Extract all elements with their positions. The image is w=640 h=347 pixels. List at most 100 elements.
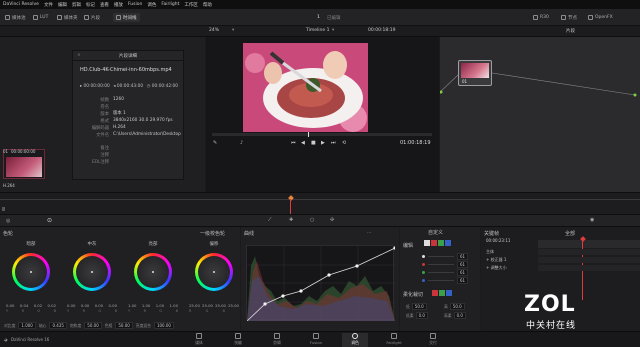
- stop-icon[interactable]: ■: [311, 140, 316, 146]
- contrast-input[interactable]: 1.000: [18, 322, 36, 329]
- menu-item[interactable]: 调色: [147, 2, 156, 8]
- page-tab[interactable]: Fusion: [303, 333, 329, 345]
- channel-slider[interactable]: [428, 272, 454, 273]
- wheel-value[interactable]: 1.00: [156, 303, 164, 308]
- wheel-value[interactable]: 0.00: [109, 303, 117, 308]
- wheel-value[interactable]: 1.00: [142, 303, 150, 308]
- viewer-scrubber[interactable]: [212, 132, 432, 137]
- keyframe-track[interactable]: 主体: [486, 249, 494, 255]
- clip-dropdown[interactable]: 片段: [566, 28, 575, 34]
- wheel-value[interactable]: 0.00: [6, 303, 14, 308]
- channel-value[interactable]: 61: [457, 253, 469, 260]
- wheel-value[interactable]: 1.00: [170, 303, 178, 308]
- menu-item[interactable]: 标记: [86, 2, 95, 8]
- channel-value[interactable]: 61: [457, 261, 469, 268]
- color-wheel[interactable]: [73, 253, 111, 291]
- soft-g-button[interactable]: [439, 290, 445, 296]
- play-icon[interactable]: ▶: [321, 140, 325, 146]
- qualifier-icon[interactable]: ✚: [289, 217, 293, 223]
- close-icon[interactable]: ×: [77, 53, 81, 58]
- channel-slider[interactable]: [428, 256, 454, 257]
- window-icon[interactable]: ○: [310, 217, 314, 223]
- custom-dropdown[interactable]: 自定义: [428, 229, 443, 236]
- channel-value[interactable]: 61: [457, 269, 469, 276]
- channel-r-button[interactable]: [431, 240, 437, 246]
- bins-button[interactable]: 媒体夹: [54, 13, 81, 22]
- keyframes-filter[interactable]: 全部: [565, 230, 575, 237]
- keyframes-ruler[interactable]: [538, 240, 640, 248]
- wheel-value[interactable]: 0.04: [20, 303, 28, 308]
- r30-button[interactable]: R30: [530, 13, 552, 22]
- page-tab[interactable]: 媒体: [186, 333, 212, 346]
- video-frame[interactable]: [243, 43, 368, 132]
- curves-tool-icon[interactable]: ⟋: [268, 217, 272, 223]
- keyframe-lane[interactable]: [538, 265, 640, 271]
- step-back-icon[interactable]: ◀: [301, 140, 305, 146]
- tracker-icon[interactable]: ✣: [330, 217, 334, 223]
- soft-clip-input[interactable]: 0.0: [415, 312, 428, 319]
- page-tab[interactable]: 交付: [420, 333, 446, 346]
- saturation-input[interactable]: 50.00: [84, 322, 102, 329]
- keyframe-lane[interactable]: [538, 257, 640, 263]
- wheel-mode-dropdown[interactable]: 一级校色轮: [200, 230, 225, 237]
- page-tab[interactable]: 剪辑: [264, 333, 290, 346]
- timeline-name[interactable]: Timeline 1: [306, 28, 329, 33]
- curve-graph[interactable]: [246, 245, 397, 322]
- menu-item[interactable]: 文件: [44, 2, 53, 8]
- go-end-icon[interactable]: ⏭: [331, 140, 336, 146]
- menu-item[interactable]: 工作区: [184, 2, 198, 8]
- wheel-value[interactable]: 0.02: [34, 303, 42, 308]
- wheel-value[interactable]: 0.00: [67, 303, 75, 308]
- color-wheel[interactable]: [12, 253, 50, 291]
- channel-slider[interactable]: [428, 280, 454, 281]
- menu-item[interactable]: Fairlight: [161, 2, 179, 7]
- channel-value[interactable]: 61: [457, 277, 469, 284]
- wheel-value[interactable]: 1.00: [128, 303, 136, 308]
- pen-tool-icon[interactable]: ✎: [213, 140, 217, 146]
- hue-input[interactable]: 50.00: [115, 322, 133, 329]
- wheels-tool-icon[interactable]: ◎: [6, 218, 10, 224]
- color-wheel[interactable]: [134, 253, 172, 291]
- channel-g-button[interactable]: [438, 240, 444, 246]
- wheel-handle[interactable]: [30, 271, 32, 273]
- channel-slider[interactable]: [428, 264, 454, 265]
- wheel-value[interactable]: 25.00: [215, 303, 226, 308]
- page-tab[interactable]: Fairlight: [381, 333, 407, 345]
- wheel-handle[interactable]: [91, 271, 93, 273]
- wheel-value[interactable]: 25.00: [202, 303, 213, 308]
- wheel-value[interactable]: 0.00: [95, 303, 103, 308]
- pivot-input[interactable]: 0.435: [49, 322, 67, 329]
- go-start-icon[interactable]: ⏮: [291, 140, 296, 146]
- scopes-icon[interactable]: ◉: [590, 217, 594, 223]
- wheel-value[interactable]: 0.00: [81, 303, 89, 308]
- timeline-tab[interactable]: 时间线: [113, 13, 140, 22]
- loop-icon[interactable]: ⟲: [342, 140, 346, 146]
- color-wheel[interactable]: [195, 253, 233, 291]
- menu-item[interactable]: 编辑: [58, 2, 67, 8]
- channel-b-button[interactable]: [445, 240, 451, 246]
- wheel-handle[interactable]: [152, 271, 154, 273]
- zoom-level[interactable]: 24%: [209, 28, 219, 33]
- soft-b-button[interactable]: [446, 290, 452, 296]
- clips-button[interactable]: 片段: [81, 13, 103, 22]
- menu-item[interactable]: Fusion: [128, 2, 142, 7]
- soft-clip-input[interactable]: 50.0: [449, 303, 465, 310]
- page-tab[interactable]: 快编: [225, 333, 251, 346]
- volume-icon[interactable]: ♪: [240, 140, 243, 146]
- soft-r-button[interactable]: [432, 290, 438, 296]
- color-node[interactable]: 01: [458, 60, 492, 86]
- wheels-active-icon[interactable]: ⊙: [47, 217, 52, 224]
- curves-options-icon[interactable]: ⋯: [367, 230, 372, 236]
- page-tab[interactable]: 调色: [342, 333, 368, 347]
- lut-button[interactable]: LUT: [30, 13, 51, 22]
- lum-mix-input[interactable]: 100.00: [153, 322, 174, 329]
- wheel-handle[interactable]: [213, 271, 215, 273]
- menu-item[interactable]: 播放: [114, 2, 123, 8]
- viewer-options-icon[interactable]: ▾: [232, 28, 234, 33]
- openfx-button[interactable]: OpenFX: [585, 13, 616, 22]
- menu-item[interactable]: 剪辑: [72, 2, 81, 8]
- media-pool-button[interactable]: 媒体池: [2, 13, 29, 22]
- keyframe-track[interactable]: + 调整大小: [486, 265, 507, 271]
- playhead[interactable]: [308, 132, 309, 137]
- wheel-value[interactable]: 25.00: [189, 303, 200, 308]
